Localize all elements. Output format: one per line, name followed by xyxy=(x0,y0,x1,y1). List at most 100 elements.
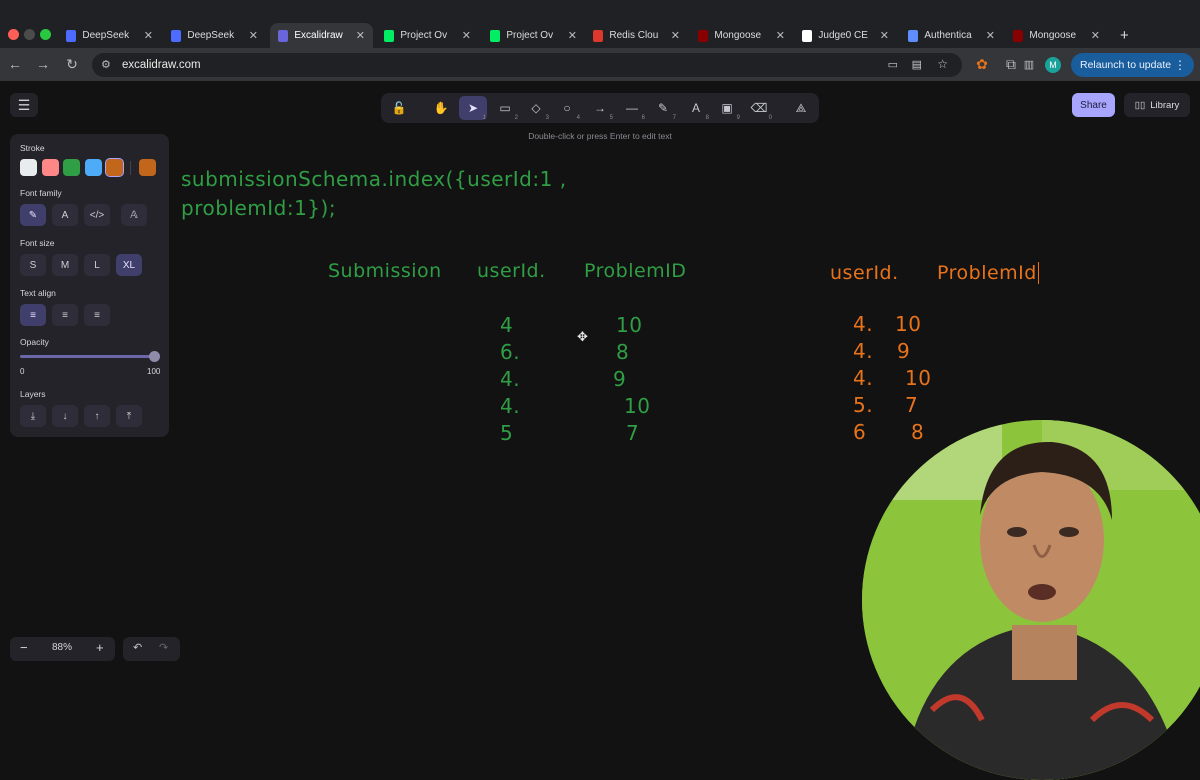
close-tab-icon[interactable]: ✕ xyxy=(986,29,995,42)
sidepanel-icon[interactable]: ▥ xyxy=(1020,55,1038,73)
send-to-back-button[interactable]: ⤓ xyxy=(20,405,46,427)
right-userid-value[interactable]: 4. xyxy=(853,366,873,390)
stroke-color-swatch[interactable] xyxy=(41,159,59,176)
align-center-button[interactable]: ≡ xyxy=(52,304,78,326)
browser-tab[interactable]: Mongoose ✕ xyxy=(1005,23,1108,48)
extra-tools-tool-button[interactable]: ⟁ xyxy=(787,96,815,120)
site-info-icon[interactable]: ⚙ xyxy=(101,58,111,71)
stroke-color-swatch[interactable] xyxy=(63,159,80,176)
browser-tab[interactable]: Judge0 CE ✕ xyxy=(794,23,897,48)
font-size-s-button[interactable]: S xyxy=(20,254,46,276)
close-tab-icon[interactable]: ✕ xyxy=(249,29,258,42)
browser-tab[interactable]: Excalidraw ✕ xyxy=(270,23,373,48)
right-problemid-value[interactable]: 10 xyxy=(895,312,921,336)
close-tab-icon[interactable]: ✕ xyxy=(1091,29,1100,42)
font-size-xl-button[interactable]: XL xyxy=(116,254,142,276)
font-size-l-button[interactable]: L xyxy=(84,254,110,276)
left-header-problemid[interactable]: ProblemID xyxy=(584,260,686,282)
right-userid-value[interactable]: 4. xyxy=(853,339,873,363)
hand-drawn-font-button[interactable]: ✎ xyxy=(20,204,46,226)
close-tab-icon[interactable]: ✕ xyxy=(671,29,680,42)
right-header-problemid[interactable]: ProblemId xyxy=(937,262,1039,284)
extension-icon[interactable]: ✿ xyxy=(973,55,991,73)
bring-to-front-button[interactable]: ⤒ xyxy=(116,405,142,427)
left-userid-value[interactable]: 4. xyxy=(500,367,520,391)
close-tab-icon[interactable]: ✕ xyxy=(356,29,365,42)
zoom-out-button[interactable]: − xyxy=(20,640,28,655)
profile-avatar[interactable]: M xyxy=(1045,57,1061,73)
maximize-window-button[interactable] xyxy=(40,29,51,40)
page-info-icon[interactable]: ▤ xyxy=(912,58,922,71)
normal-font-button[interactable]: A xyxy=(52,204,78,226)
left-problemid-value[interactable]: 9 xyxy=(613,367,626,391)
opacity-slider-handle[interactable] xyxy=(149,351,160,362)
redo-button[interactable]: ↷ xyxy=(159,641,168,654)
hand-tool-button[interactable]: ✋ xyxy=(427,96,455,120)
extensions-puzzle-icon[interactable]: ⧉ xyxy=(1002,55,1020,73)
eraser-tool-button[interactable]: ⌫ 0 xyxy=(745,96,773,121)
left-userid-value[interactable]: 5 xyxy=(500,421,513,445)
draw-tool-button[interactable]: ✎ 7 xyxy=(649,96,677,121)
close-tab-icon[interactable]: ✕ xyxy=(462,29,471,42)
close-tab-icon[interactable]: ✕ xyxy=(776,29,785,42)
arrow-tool-button[interactable]: → 5 xyxy=(586,96,614,121)
main-menu-button[interactable]: ☰ xyxy=(10,93,38,117)
image-tool-button[interactable]: ▣ 9 xyxy=(713,96,741,121)
close-tab-icon[interactable]: ✕ xyxy=(880,29,889,42)
stroke-color-swatch[interactable] xyxy=(105,158,124,177)
browser-tab[interactable]: DeepSeek ✕ xyxy=(163,23,266,48)
right-userid-value[interactable]: 5. xyxy=(853,393,873,417)
zoom-in-button[interactable]: + xyxy=(96,640,104,655)
undo-button[interactable]: ↶ xyxy=(133,641,142,654)
selection-tool-button[interactable]: ➤ 1 xyxy=(459,96,487,121)
close-tab-icon[interactable]: ✕ xyxy=(144,29,153,42)
left-userid-value[interactable]: 6. xyxy=(500,340,520,364)
text-tool-button[interactable]: A8 xyxy=(682,96,710,121)
browser-tab[interactable]: Mongoose ✕ xyxy=(690,23,793,48)
close-tab-icon[interactable]: ✕ xyxy=(568,29,577,42)
browser-tab[interactable]: Project Ov ✕ xyxy=(376,23,479,48)
minimize-window-button[interactable] xyxy=(24,29,35,40)
left-problemid-value[interactable]: 10 xyxy=(624,394,650,418)
send-backward-button[interactable]: ↓ xyxy=(52,405,78,427)
left-problemid-value[interactable]: 7 xyxy=(626,421,639,445)
new-tab-button[interactable]: + xyxy=(1112,23,1137,48)
code-line-1[interactable]: submissionSchema.index({userId:1 , xyxy=(181,167,567,191)
left-userid-value[interactable]: 4. xyxy=(500,394,520,418)
align-left-button[interactable]: ≡ xyxy=(20,304,46,326)
diamond-tool-button[interactable]: ◇ 3 xyxy=(522,96,550,121)
stroke-color-swatch[interactable] xyxy=(20,159,37,176)
left-header-userid[interactable]: userId. xyxy=(477,260,546,282)
zoom-level[interactable]: 88% xyxy=(52,642,72,653)
excalifont-button[interactable]: 𝔸 xyxy=(121,204,147,226)
left-problemid-value[interactable]: 8 xyxy=(616,340,629,364)
back-icon[interactable]: ← xyxy=(6,55,24,73)
right-problemid-value[interactable]: 8 xyxy=(911,420,924,444)
rectangle-tool-button[interactable]: ▭ 2 xyxy=(491,96,519,121)
current-stroke-color[interactable] xyxy=(139,159,156,176)
ellipse-tool-button[interactable]: ○ 4 xyxy=(553,96,581,121)
browser-tab[interactable]: Authentica ✕ xyxy=(900,23,1003,48)
font-size-m-button[interactable]: M xyxy=(52,254,78,276)
address-bar[interactable]: ⚙ excalidraw.com ▭ ▤ ☆ xyxy=(92,53,962,77)
cast-icon[interactable]: ▭ xyxy=(888,58,898,71)
browser-tab[interactable]: Redis Clou ✕ xyxy=(585,23,688,48)
lock-tool-button[interactable]: 🔓 xyxy=(385,96,413,120)
code-font-button[interactable]: </> xyxy=(84,204,110,226)
browser-tab[interactable]: DeepSeek ✕ xyxy=(58,23,161,48)
left-problemid-value[interactable]: 10 xyxy=(616,313,642,337)
align-right-button[interactable]: ≡ xyxy=(84,304,110,326)
close-window-button[interactable] xyxy=(8,29,19,40)
right-userid-value[interactable]: 4. xyxy=(853,312,873,336)
right-problemid-value[interactable]: 7 xyxy=(905,393,918,417)
line-tool-button[interactable]: —6 xyxy=(618,96,646,121)
right-problemid-value[interactable]: 9 xyxy=(897,339,910,363)
forward-icon[interactable]: → xyxy=(34,55,52,73)
library-button[interactable]: ▯▯ Library xyxy=(1124,93,1190,117)
browser-tab[interactable]: Project Ov ✕ xyxy=(482,23,585,48)
bring-forward-button[interactable]: ↑ xyxy=(84,405,110,427)
left-header-submission[interactable]: Submission xyxy=(328,260,442,282)
left-userid-value[interactable]: 4 xyxy=(500,313,513,337)
code-line-2[interactable]: problemId:1}); xyxy=(181,196,336,220)
opacity-slider[interactable] xyxy=(20,355,156,358)
